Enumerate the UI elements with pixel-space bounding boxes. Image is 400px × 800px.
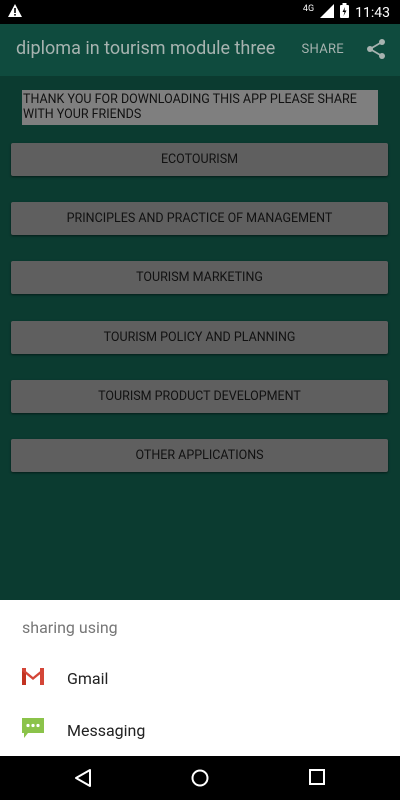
network-type: 4G	[302, 3, 315, 14]
tourism-marketing-button[interactable]: TOURISM MARKETING	[11, 261, 388, 294]
app-title: diploma in tourism module three	[16, 38, 276, 59]
share-option-gmail[interactable]: Gmail	[0, 652, 400, 704]
thanks-message: THANK YOU FOR DOWNLOADING THIS APP PLEAS…	[22, 90, 378, 125]
other-applications-button[interactable]: OTHER APPLICATIONS	[11, 439, 388, 472]
gmail-icon	[22, 667, 44, 689]
tourism-policy-button[interactable]: TOURISM POLICY AND PLANNING	[11, 321, 388, 354]
back-icon[interactable]	[74, 768, 92, 792]
app-bar: diploma in tourism module three SHARE	[0, 24, 400, 76]
share-sheet: sharing using Gmail Messaging	[0, 600, 400, 756]
recents-icon[interactable]	[308, 768, 326, 790]
thanks-line-2: WITH YOUR FRIENDS	[23, 107, 142, 122]
thanks-line-1: THANK YOU FOR DOWNLOADING THIS APP PLEAS…	[23, 92, 357, 107]
messaging-label: Messaging	[67, 720, 146, 740]
product-development-button[interactable]: TOURISM PRODUCT DEVELOPMENT	[11, 380, 388, 413]
share-sheet-heading: sharing using	[22, 618, 118, 637]
share-button[interactable]: SHARE	[302, 42, 345, 57]
warning-icon	[8, 4, 22, 21]
status-bar: 4G 11:43	[0, 0, 400, 24]
management-button[interactable]: PRINCIPLES AND PRACTICE OF MANAGEMENT	[11, 202, 388, 235]
battery-icon	[340, 3, 350, 22]
share-icon[interactable]	[366, 38, 386, 64]
share-option-messaging[interactable]: Messaging	[0, 704, 400, 756]
clock: 11:43	[355, 4, 390, 21]
main-content: THANK YOU FOR DOWNLOADING THIS APP PLEAS…	[0, 76, 400, 600]
signal-icon	[320, 3, 335, 22]
home-icon[interactable]	[190, 768, 210, 792]
navigation-bar	[0, 756, 400, 800]
messaging-icon	[22, 718, 44, 742]
gmail-label: Gmail	[67, 668, 109, 688]
ecotourism-button[interactable]: ECOTOURISM	[11, 143, 388, 176]
